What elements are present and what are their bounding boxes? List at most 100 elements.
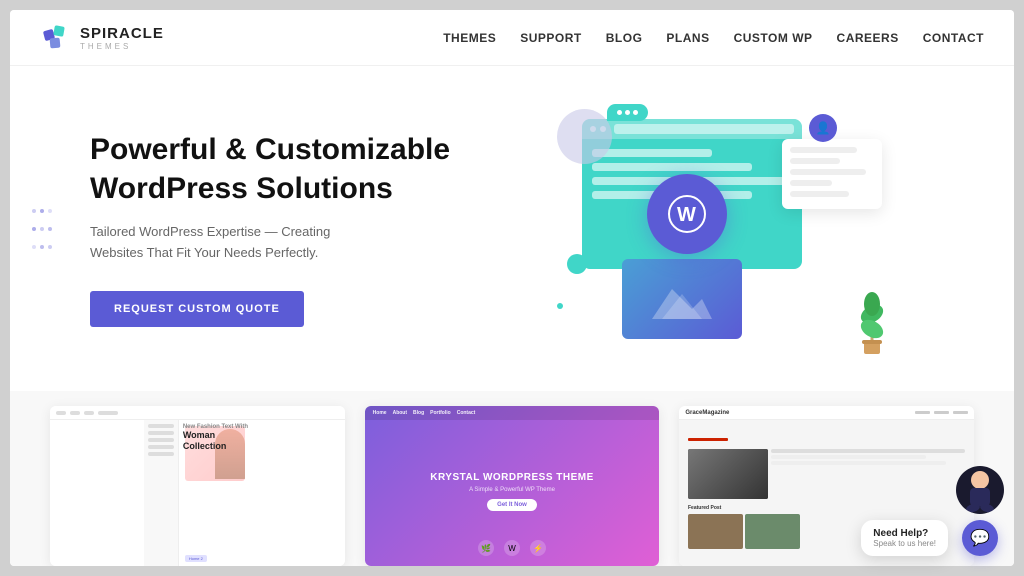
main-window: SPIRACLE THEMES THEMES SUPPORT BLOG PLAN… bbox=[10, 10, 1014, 566]
omnishop-preview: New Fashion Text With WomanCollection Ho… bbox=[50, 406, 345, 566]
tc1-body: New Fashion Text With WomanCollection Ho… bbox=[144, 420, 251, 566]
krystal-preview: Home About Blog Portfolio Contact KRYSTA… bbox=[365, 406, 660, 566]
nav-blog[interactable]: BLOG bbox=[606, 31, 643, 45]
help-chat-button[interactable]: 💬 bbox=[962, 520, 998, 556]
tc1-dot-1 bbox=[56, 411, 66, 415]
wc-line-2 bbox=[790, 158, 840, 164]
chat-dot-1 bbox=[617, 110, 622, 115]
hero-subtitle: Tailored WordPress Expertise — Creating … bbox=[90, 222, 370, 264]
main-nav: THEMES SUPPORT BLOG PLANS CUSTOM WP CARE… bbox=[443, 31, 984, 45]
deco-circle-teal bbox=[567, 254, 587, 274]
tc3-nav-links bbox=[915, 411, 968, 414]
tc2-icons: 🌿 W ⚡ bbox=[478, 540, 546, 556]
tc1-sidebar-item-3 bbox=[148, 438, 174, 442]
tc1-dot-3 bbox=[84, 411, 94, 415]
hero-section: Powerful & Customizable WordPress Soluti… bbox=[10, 66, 1014, 391]
mountain-icon bbox=[652, 279, 712, 319]
krystal-subtitle: A Simple & Powerful WP Theme bbox=[469, 487, 555, 493]
chat-dots bbox=[617, 110, 638, 115]
chat-icon: 💬 bbox=[970, 528, 990, 548]
notification-bubble: 👤 bbox=[809, 114, 837, 142]
tc3-red-section bbox=[688, 438, 965, 443]
tc2-icon-2: W bbox=[504, 540, 520, 556]
nav-careers[interactable]: CAREERS bbox=[837, 31, 899, 45]
tc3-text-1 bbox=[771, 449, 965, 453]
tc1-home-tag: Home 2 bbox=[185, 555, 207, 562]
krystal-center: KRYSTAL WORDPRESS THEME A Simple & Power… bbox=[430, 472, 594, 511]
help-bubble: Need Help? Speak to us here! bbox=[861, 520, 948, 556]
logo[interactable]: SPIRACLE THEMES bbox=[40, 22, 164, 54]
wc-line-4 bbox=[790, 180, 832, 186]
tc3-img-2 bbox=[688, 514, 743, 549]
tc2-nav-5: Contact bbox=[457, 410, 476, 416]
dots-decoration bbox=[30, 202, 54, 256]
wc-line-1 bbox=[790, 147, 857, 153]
help-avatar-area: 💬 bbox=[956, 466, 1004, 556]
tc3-link-3 bbox=[953, 411, 968, 414]
tc1-sidebar-item-1 bbox=[148, 424, 174, 428]
tc1-dot-4 bbox=[98, 411, 118, 415]
hero-illustration: 👤 W bbox=[490, 89, 954, 369]
help-widget-inner: Need Help? Speak to us here! bbox=[861, 466, 1004, 556]
tc2-icon-3: ⚡ bbox=[530, 540, 546, 556]
content-line-1 bbox=[592, 149, 712, 157]
user-icon: 👤 bbox=[816, 121, 831, 135]
tc2-navbar: Home About Blog Portfolio Contact bbox=[365, 406, 660, 420]
chat-dot-2 bbox=[625, 110, 630, 115]
theme-card-omnishop[interactable]: New Fashion Text With WomanCollection Ho… bbox=[50, 406, 345, 566]
tc1-sidebar-item-4 bbox=[148, 445, 174, 449]
photo-inner bbox=[622, 259, 742, 339]
tc1-sidebar bbox=[144, 420, 179, 566]
header: SPIRACLE THEMES THEMES SUPPORT BLOG PLAN… bbox=[10, 10, 1014, 66]
tc3-navbar: GraceMagazine bbox=[679, 406, 974, 420]
wc-line-3 bbox=[790, 169, 866, 175]
plant-svg bbox=[852, 284, 892, 354]
help-widget: Need Help? Speak to us here! bbox=[861, 466, 1004, 556]
chat-bubble bbox=[607, 104, 648, 121]
plant-decoration bbox=[852, 284, 892, 359]
tc3-text-2 bbox=[771, 455, 926, 459]
tc1-sidebar-item-2 bbox=[148, 431, 174, 435]
tc2-nav-4: Portfolio bbox=[430, 410, 451, 416]
brand-name: SPIRACLE bbox=[80, 25, 164, 42]
tc3-category-bar bbox=[688, 438, 728, 441]
brand-tagline: THEMES bbox=[80, 42, 164, 51]
theme-card-krystal[interactable]: Home About Blog Portfolio Contact KRYSTA… bbox=[365, 406, 660, 566]
tc3-logo: GraceMagazine bbox=[685, 410, 729, 416]
content-line-2 bbox=[592, 163, 752, 171]
wc-line-5 bbox=[790, 191, 849, 197]
avatar-svg bbox=[960, 470, 1000, 514]
tc1-navbar bbox=[50, 406, 345, 420]
help-title: Need Help? bbox=[873, 528, 936, 539]
tc3-link-1 bbox=[915, 411, 930, 414]
krystal-btn: Get It Now bbox=[487, 499, 537, 511]
tc3-link-2 bbox=[934, 411, 949, 414]
page-frame: SPIRACLE THEMES THEMES SUPPORT BLOG PLAN… bbox=[0, 0, 1024, 576]
nav-themes[interactable]: THEMES bbox=[443, 31, 496, 45]
tc3-featured-label: Featured Post bbox=[688, 505, 721, 511]
help-subtitle: Speak to us here! bbox=[873, 539, 936, 548]
tc3-text-3 bbox=[771, 461, 946, 465]
wp-svg: W bbox=[667, 194, 707, 234]
hero-text: Powerful & Customizable WordPress Soluti… bbox=[90, 130, 490, 328]
tc1-sidebar-item-5 bbox=[148, 452, 174, 456]
nav-custom-wp[interactable]: CUSTOM WP bbox=[734, 31, 813, 45]
tc3-img-3 bbox=[745, 514, 800, 549]
krystal-title: KRYSTAL WORDPRESS THEME bbox=[430, 472, 594, 483]
spiracle-logo-icon bbox=[40, 22, 72, 54]
white-card bbox=[782, 139, 882, 209]
nav-support[interactable]: SUPPORT bbox=[520, 31, 582, 45]
tc3-main-img bbox=[688, 449, 768, 499]
chat-dot-3 bbox=[633, 110, 638, 115]
wp-illustration: 👤 W bbox=[552, 99, 892, 359]
cta-button[interactable]: REQUEST CUSTOM QUOTE bbox=[90, 291, 304, 327]
tc2-nav-3: Blog bbox=[413, 410, 424, 416]
logo-text: SPIRACLE THEMES bbox=[80, 25, 164, 51]
tc1-content: New Fashion Text With WomanCollection Ho… bbox=[179, 420, 251, 566]
wordpress-logo: W bbox=[647, 174, 727, 254]
tc1-dot-2 bbox=[70, 411, 80, 415]
nav-contact[interactable]: CONTACT bbox=[923, 31, 984, 45]
nav-plans[interactable]: PLANS bbox=[666, 31, 709, 45]
tc2-nav-2: About bbox=[393, 410, 407, 416]
svg-text:W: W bbox=[677, 204, 696, 226]
